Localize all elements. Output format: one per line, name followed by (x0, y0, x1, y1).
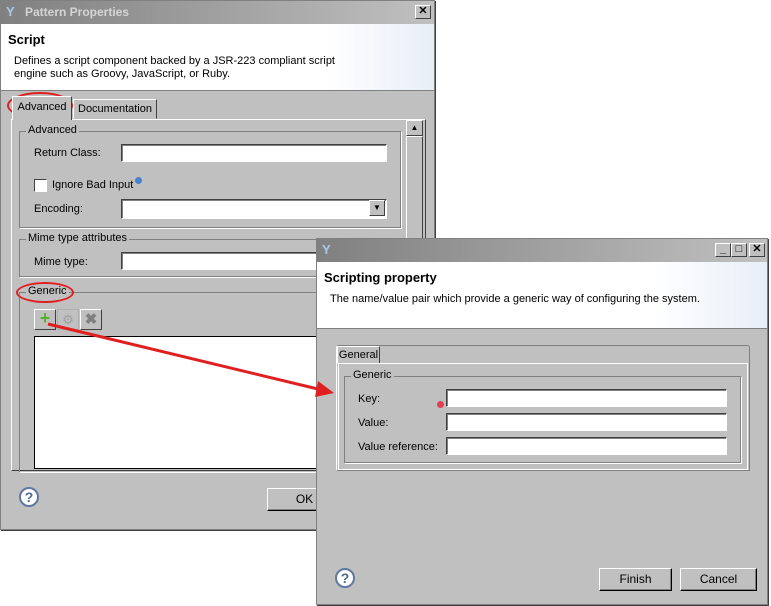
arrow-line (47, 322, 323, 392)
tab-label: Advanced (17, 101, 67, 113)
tab-advanced[interactable]: Advanced (12, 96, 72, 120)
annotation-arrow (47, 322, 334, 397)
arrow-head (315, 381, 334, 397)
